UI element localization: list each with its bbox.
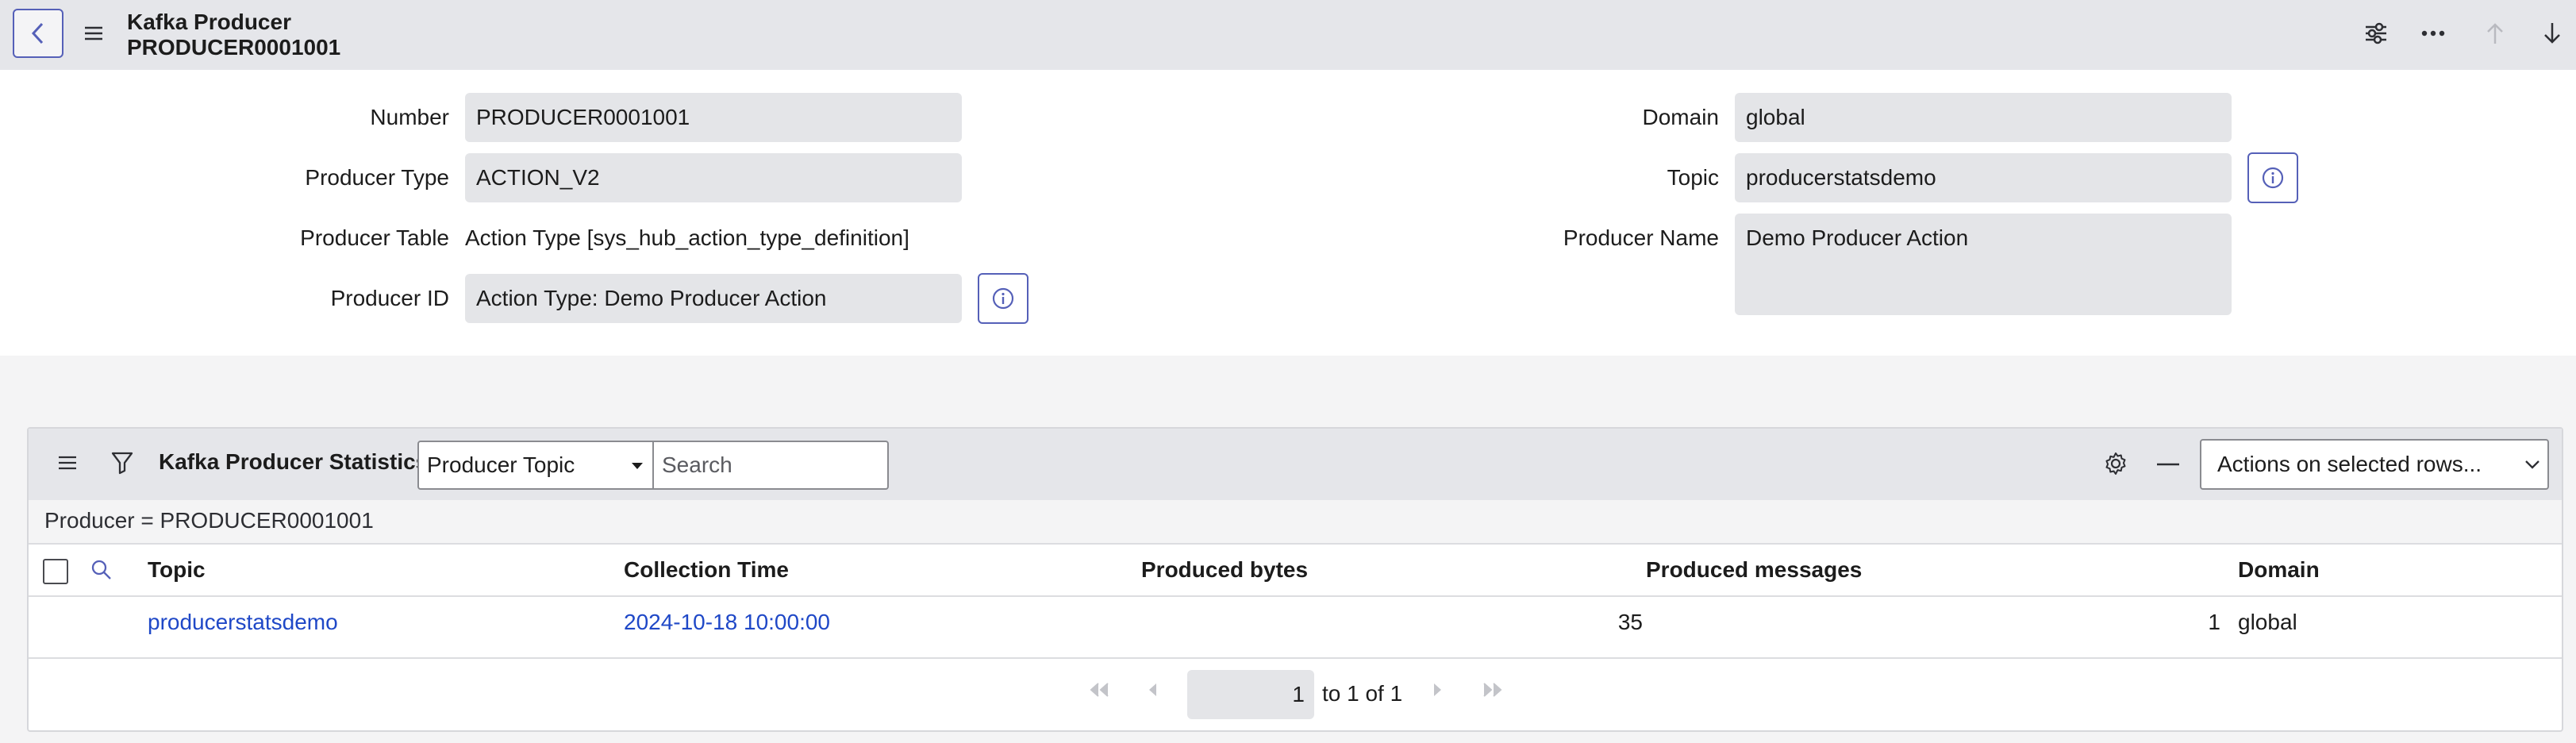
producer-id-label: Producer ID [330,286,449,310]
column-header-collection-time[interactable]: Collection Time [624,557,789,583]
cell-collection-time-link[interactable]: 2024-10-18 10:00:00 [624,610,830,635]
cell-produced-messages: 1 [2208,610,2220,634]
topic-field[interactable]: producerstatsdemo [1735,153,2232,202]
producer-type-field[interactable]: ACTION_V2 [465,153,962,202]
actions-select-value: Actions on selected rows... [2217,452,2482,476]
filter-icon[interactable] [111,451,133,475]
info-icon [2262,167,2284,189]
producer-table-value: Action Type [sys_hub_action_type_definit… [465,225,909,250]
actions-select[interactable]: Actions on selected rows... [2200,439,2549,490]
back-icon [31,22,44,44]
info-icon [992,287,1014,310]
record-number: PRODUCER0001001 [127,35,341,60]
settings-sliders-icon[interactable] [2360,17,2392,49]
back-button[interactable] [13,9,63,58]
arrow-up-icon[interactable] [2479,17,2511,49]
filter-condition[interactable]: Producer = PRODUCER0001001 [44,508,374,533]
column-header-domain[interactable]: Domain [2238,557,2320,583]
record-form: Number PRODUCER0001001 Producer Type ACT… [0,70,2576,356]
domain-label: Domain [1642,105,1719,129]
select-all-checkbox[interactable] [43,559,68,584]
cell-domain: global [2238,610,2297,634]
related-list-toolbar: Kafka Producer Statistics Producer Topic… [29,429,2562,500]
number-label: Number [370,105,449,129]
search-field-select-value: Producer Topic [427,452,575,477]
record-header: Kafka Producer PRODUCER0001001 [0,0,2576,70]
number-field[interactable]: PRODUCER0001001 [465,93,962,142]
record-title: Kafka Producer [127,10,291,34]
chevron-down-icon [2525,460,2539,469]
caret-down-icon [632,463,643,469]
producer-id-info-button[interactable] [978,273,1028,324]
related-list-panel: Kafka Producer Statistics Producer Topic… [27,427,2563,732]
table-row: producerstatsdemo 2024-10-18 10:00:00 35… [29,597,2562,659]
next-page-icon[interactable] [1430,681,1444,699]
column-header-produced-bytes[interactable]: Produced bytes [1141,557,1308,583]
producer-type-label: Producer Type [305,165,449,190]
page-number-input[interactable]: 1 [1187,670,1314,719]
related-list-title: Kafka Producer Statistics [159,449,429,474]
cell-produced-bytes: 35 [1617,610,1643,634]
producer-table-label: Producer Table [300,225,449,250]
collapse-icon[interactable] [2157,463,2179,466]
producer-name-field[interactable]: Demo Producer Action [1735,214,2232,315]
table-header: Topic Collection Time Produced bytes Pro… [29,546,2562,597]
search-input[interactable] [652,441,889,490]
topic-info-button[interactable] [2247,152,2298,203]
producer-id-field[interactable]: Action Type: Demo Producer Action [465,274,962,323]
search-field-select[interactable]: Producer Topic [417,441,654,490]
pagination: 1 to 1 of 1 [29,660,2562,730]
previous-page-icon[interactable] [1146,681,1160,699]
list-menu-icon[interactable] [57,452,78,473]
cell-topic-link[interactable]: producerstatsdemo [148,610,338,635]
search-icon[interactable] [90,559,113,581]
domain-field[interactable]: global [1735,93,2232,142]
last-page-icon[interactable] [1481,681,1505,699]
page-title: Kafka Producer PRODUCER0001001 [127,10,340,60]
more-icon[interactable] [2417,17,2449,49]
producer-name-label: Producer Name [1563,225,1719,250]
column-header-topic[interactable]: Topic [148,557,206,583]
page-range-text: to 1 of 1 [1322,681,1403,706]
menu-icon[interactable] [83,22,106,44]
first-page-icon[interactable] [1087,681,1111,699]
gear-icon[interactable] [2103,451,2128,476]
topic-label: Topic [1667,165,1719,190]
filter-breadcrumb: Producer = PRODUCER0001001 [29,500,2562,545]
column-header-produced-messages[interactable]: Produced messages [1646,557,1862,583]
arrow-down-icon[interactable] [2536,17,2568,49]
